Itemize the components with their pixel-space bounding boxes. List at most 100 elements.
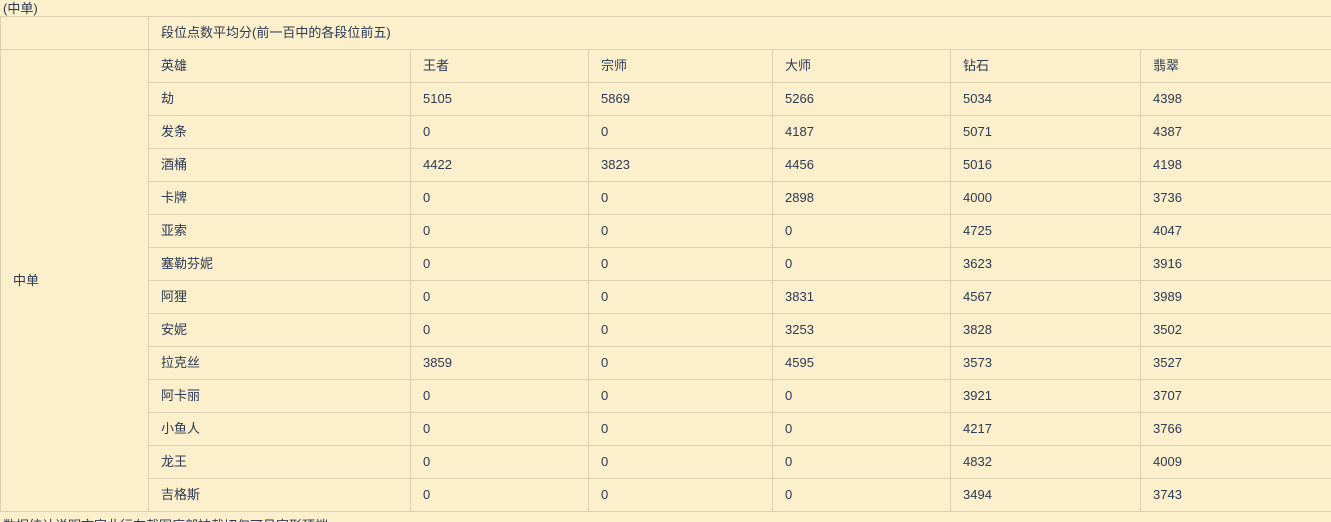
table-row: 卡牌 0 0 2898 4000 3736 [1, 181, 1331, 215]
rank-points-cell-master: 0 [772, 247, 951, 281]
hero-name-cell: 拉克丝 [148, 346, 411, 380]
rank-points-cell-master: 0 [772, 445, 951, 479]
rank-points-cell-emerald: 4009 [1139, 445, 1331, 479]
hero-name-cell: 亚索 [148, 214, 411, 248]
rank-points-cell-king: 0 [410, 313, 589, 347]
rank-points-cell-diamond: 3623 [950, 247, 1141, 281]
hero-name-cell: 小鱼人 [148, 412, 411, 446]
rank-points-cell-king: 0 [410, 478, 589, 512]
rank-points-cell-gm: 0 [588, 280, 773, 314]
rank-points-cell-diamond: 3573 [950, 346, 1141, 380]
table-header-row: 中单 英雄 王者 宗师 大师 钻石 翡翠 [0, 49, 1331, 512]
rank-points-cell-master: 4595 [772, 346, 951, 380]
table-row: 阿狸 0 0 3831 4567 3989 [1, 280, 1331, 314]
table-row: 发条 0 0 4187 5071 4387 [1, 115, 1331, 149]
rank-points-cell-master: 3253 [772, 313, 951, 347]
rank-points-cell-master: 4187 [772, 115, 951, 149]
table-section-title-row: 段位点数平均分(前一百中的各段位前五) [0, 16, 1331, 50]
rank-points-cell-king: 4422 [410, 148, 589, 182]
rank-points-cell-master: 0 [772, 379, 951, 413]
rank-points-cell-gm: 0 [588, 214, 773, 248]
hero-name-cell: 阿卡丽 [148, 379, 411, 413]
table-row: 龙王 0 0 0 4832 4009 [1, 445, 1331, 479]
rank-points-cell-diamond: 4000 [950, 181, 1141, 215]
page-title: (中单) [3, 1, 38, 16]
table-row: 塞勒芬妮 0 0 0 3623 3916 [1, 247, 1331, 281]
table-row: 亚索 0 0 0 4725 4047 [1, 214, 1331, 248]
rank-points-cell-king: 0 [410, 412, 589, 446]
hero-name-cell: 吉格斯 [148, 478, 411, 512]
table-row: 劫 5105 5869 5266 5034 4398 [1, 82, 1331, 116]
rank-points-cell-gm: 5869 [588, 82, 773, 116]
rank-points-cell-diamond: 5071 [950, 115, 1141, 149]
rank-points-cell-king: 0 [410, 280, 589, 314]
table-row: 安妮 0 0 3253 3828 3502 [1, 313, 1331, 347]
rank-points-cell-gm: 0 [588, 379, 773, 413]
column-header-emerald[interactable]: 翡翠 [1139, 49, 1331, 83]
table-row: 小鱼人 0 0 0 4217 3766 [1, 412, 1331, 446]
clipped-footnote: 数据统计说明文字此行在截图底部被裁切仅可见字形顶端 [0, 518, 1331, 522]
column-header-gm[interactable]: 宗师 [588, 49, 773, 83]
hero-name-cell: 卡牌 [148, 181, 411, 215]
rank-points-cell-gm: 0 [588, 115, 773, 149]
hero-name-cell: 发条 [148, 115, 411, 149]
rank-points-cell-gm: 0 [588, 412, 773, 446]
rank-points-cell-master: 0 [772, 214, 951, 248]
rank-points-cell-emerald: 4398 [1139, 82, 1331, 116]
hero-name-cell: 龙王 [148, 445, 411, 479]
hero-name-cell: 阿狸 [148, 280, 411, 314]
rank-points-cell-emerald: 4198 [1139, 148, 1331, 182]
rank-points-cell-king: 0 [410, 379, 589, 413]
rank-points-cell-master: 0 [772, 412, 951, 446]
rank-points-cell-emerald: 3743 [1139, 478, 1331, 512]
rank-points-cell-gm: 0 [588, 445, 773, 479]
rank-points-cell-diamond: 5016 [950, 148, 1141, 182]
rank-points-cell-king: 0 [410, 247, 589, 281]
hero-name-cell: 劫 [148, 82, 411, 116]
rank-points-cell-gm: 0 [588, 346, 773, 380]
hero-name-cell: 酒桶 [148, 148, 411, 182]
column-header-master[interactable]: 大师 [772, 49, 951, 83]
rank-points-cell-gm: 0 [588, 181, 773, 215]
rank-points-cell-emerald: 4047 [1139, 214, 1331, 248]
rank-points-cell-king: 5105 [410, 82, 589, 116]
column-header-king[interactable]: 王者 [410, 49, 589, 83]
column-header-hero[interactable]: 英雄 [148, 49, 411, 83]
rank-points-cell-master: 4456 [772, 148, 951, 182]
rank-points-cell-emerald: 3766 [1139, 412, 1331, 446]
rank-points-cell-king: 0 [410, 214, 589, 248]
table-body: 段位点数平均分(前一百中的各段位前五) 中单 英雄 王者 宗师 大师 钻石 翡翠… [0, 16, 1331, 512]
corner-spacer-cell [0, 16, 149, 50]
rank-points-cell-emerald: 3736 [1139, 181, 1331, 215]
rank-points-cell-emerald: 3989 [1139, 280, 1331, 314]
rank-points-cell-master: 5266 [772, 82, 951, 116]
hero-name-cell: 塞勒芬妮 [148, 247, 411, 281]
rank-points-cell-master: 2898 [772, 181, 951, 215]
row-group-label-cell: 中单 [0, 49, 149, 512]
rank-points-cell-gm: 0 [588, 478, 773, 512]
section-title-header: 段位点数平均分(前一百中的各段位前五) [147, 16, 1331, 50]
rank-points-cell-emerald: 3527 [1139, 346, 1331, 380]
column-header-diamond[interactable]: 钻石 [950, 49, 1141, 83]
rank-points-cell-gm: 3823 [588, 148, 773, 182]
rank-points-cell-emerald: 3502 [1139, 313, 1331, 347]
rank-points-cell-diamond: 3494 [950, 478, 1141, 512]
hero-name-cell: 安妮 [148, 313, 411, 347]
rank-points-cell-gm: 0 [588, 313, 773, 347]
rank-points-cell-diamond: 3921 [950, 379, 1141, 413]
rank-points-cell-emerald: 3707 [1139, 379, 1331, 413]
rank-points-cell-emerald: 4387 [1139, 115, 1331, 149]
rank-points-table: 段位点数平均分(前一百中的各段位前五) 中单 英雄 王者 宗师 大师 钻石 翡翠… [0, 16, 1331, 512]
rank-points-cell-master: 0 [772, 478, 951, 512]
rank-points-cell-diamond: 4725 [950, 214, 1141, 248]
rank-points-cell-diamond: 5034 [950, 82, 1141, 116]
rank-points-cell-gm: 0 [588, 247, 773, 281]
rank-points-cell-king: 3859 [410, 346, 589, 380]
rank-points-cell-diamond: 3828 [950, 313, 1141, 347]
table-row: 酒桶 4422 3823 4456 5016 4198 [1, 148, 1331, 182]
rank-points-cell-diamond: 4567 [950, 280, 1141, 314]
table-row: 吉格斯 0 0 0 3494 3743 [1, 478, 1331, 512]
rank-points-cell-king: 0 [410, 445, 589, 479]
rank-points-cell-king: 0 [410, 181, 589, 215]
rank-points-cell-diamond: 4217 [950, 412, 1141, 446]
